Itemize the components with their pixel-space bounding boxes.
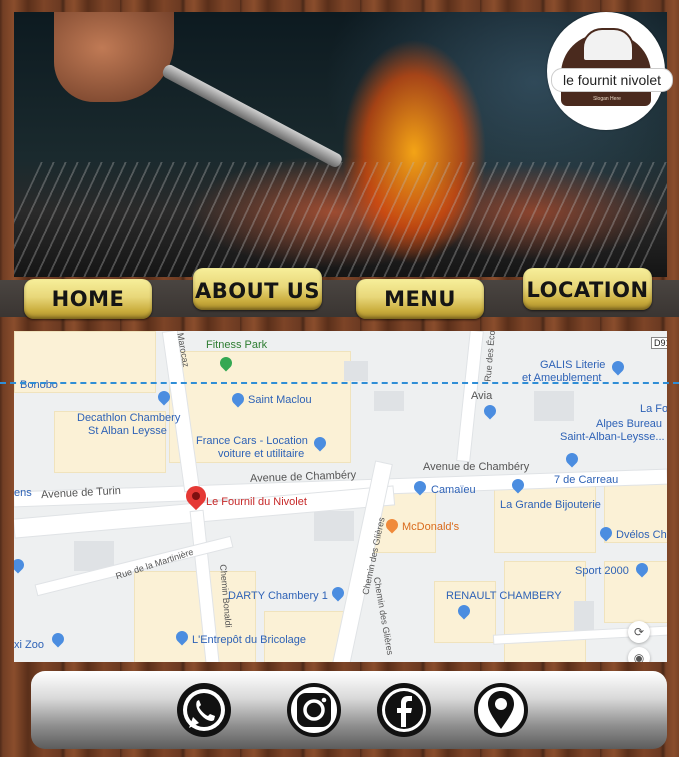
map-pin-icon[interactable] — [481, 402, 499, 420]
poi-decathlon[interactable]: Decathlon Chambery — [77, 412, 180, 424]
poi-decathlon-sub[interactable]: St Alban Leysse — [88, 425, 167, 437]
map-building — [374, 391, 404, 411]
location-map[interactable]: D91 Avenue de Chambéry Avenue de Chambér… — [14, 331, 667, 662]
tongs-image — [160, 62, 344, 170]
whatsapp-icon[interactable] — [177, 683, 231, 737]
logo-text: le fournit nivolet — [551, 68, 673, 92]
poi-saint-maclou[interactable]: Saint Maclou — [248, 394, 312, 406]
poi-ens[interactable]: ens — [14, 487, 32, 499]
location-pin-icon[interactable] — [474, 683, 528, 737]
road-label: Chemin des Glières — [371, 576, 396, 656]
poi-renault[interactable]: RENAULT CHAMBERY — [446, 590, 562, 602]
map-rotate-icon[interactable]: ⟳ — [628, 621, 650, 643]
map-block — [134, 571, 256, 662]
logo-slogan: Slogan Here — [593, 96, 621, 102]
nav-about-button[interactable]: ABOUT US — [193, 268, 322, 310]
map-building — [344, 361, 368, 381]
poi-bijouterie[interactable]: La Grande Bijouterie — [500, 499, 601, 511]
poi-camaieu[interactable]: Camaïeu — [431, 484, 476, 496]
map-pin-icon[interactable] — [49, 630, 67, 648]
route-badge: D91 — [651, 337, 667, 349]
poi-xi-zoo[interactable]: xi Zoo — [14, 639, 44, 651]
poi-restaurant[interactable]: Le Fournil du Nivolet — [206, 496, 307, 508]
road-label: Avenue de Chambéry — [423, 461, 530, 473]
poi-bonobo[interactable]: Bonobo — [20, 379, 58, 391]
poi-france-cars[interactable]: France Cars - Location — [196, 435, 308, 447]
poi-alpes-bureau-sub[interactable]: Saint-Alban-Leysse... — [560, 431, 665, 443]
nav-location-button[interactable]: LOCATION — [523, 268, 652, 310]
poi-darty[interactable]: DARTY Chambery 1 — [228, 590, 328, 602]
poi-fitness-park[interactable]: Fitness Park — [206, 339, 267, 351]
nav-menu-button[interactable]: MENU — [356, 279, 484, 319]
poi-france-cars-sub[interactable]: voiture et utilitaire — [218, 448, 304, 460]
road-label: Rue des Éco — [482, 331, 497, 383]
nav-home-button[interactable]: HOME — [24, 279, 152, 319]
poi-alpes-bureau[interactable]: Alpes Bureau — [596, 418, 662, 430]
map-block — [494, 481, 596, 553]
map-pin-icon[interactable] — [563, 450, 581, 468]
dashed-divider — [0, 382, 679, 384]
poi-avia[interactable]: Avia — [471, 390, 492, 402]
map-pin-icon[interactable] — [329, 584, 347, 602]
map-building — [314, 511, 354, 541]
hand-image — [54, 12, 174, 102]
map-building — [574, 601, 594, 631]
poi-dvelos[interactable]: Dvélos Ch — [616, 529, 667, 541]
poi-la-fo[interactable]: La Fo — [640, 403, 667, 415]
poi-sport-2000[interactable]: Sport 2000 — [575, 565, 629, 577]
chef-hat-icon — [582, 28, 634, 62]
map-pin-icon[interactable] — [609, 358, 627, 376]
social-footer — [31, 671, 667, 749]
poi-7-de-carreau[interactable]: 7 de Carreau — [554, 474, 618, 486]
grill-grate — [14, 162, 667, 277]
map-building — [534, 391, 574, 421]
map-locate-icon[interactable]: ◉ — [628, 647, 650, 662]
poi-galis[interactable]: GALIS Literie — [540, 359, 605, 371]
poi-mcdonalds[interactable]: McDonald's — [402, 521, 459, 533]
facebook-icon[interactable] — [377, 683, 431, 737]
instagram-icon[interactable] — [287, 683, 341, 737]
map-pin-icon[interactable] — [14, 556, 27, 574]
poi-entrepot[interactable]: L'Entrepôt du Bricolage — [192, 634, 306, 646]
site-logo[interactable]: le fournit nivolet Slogan Here — [547, 12, 673, 130]
